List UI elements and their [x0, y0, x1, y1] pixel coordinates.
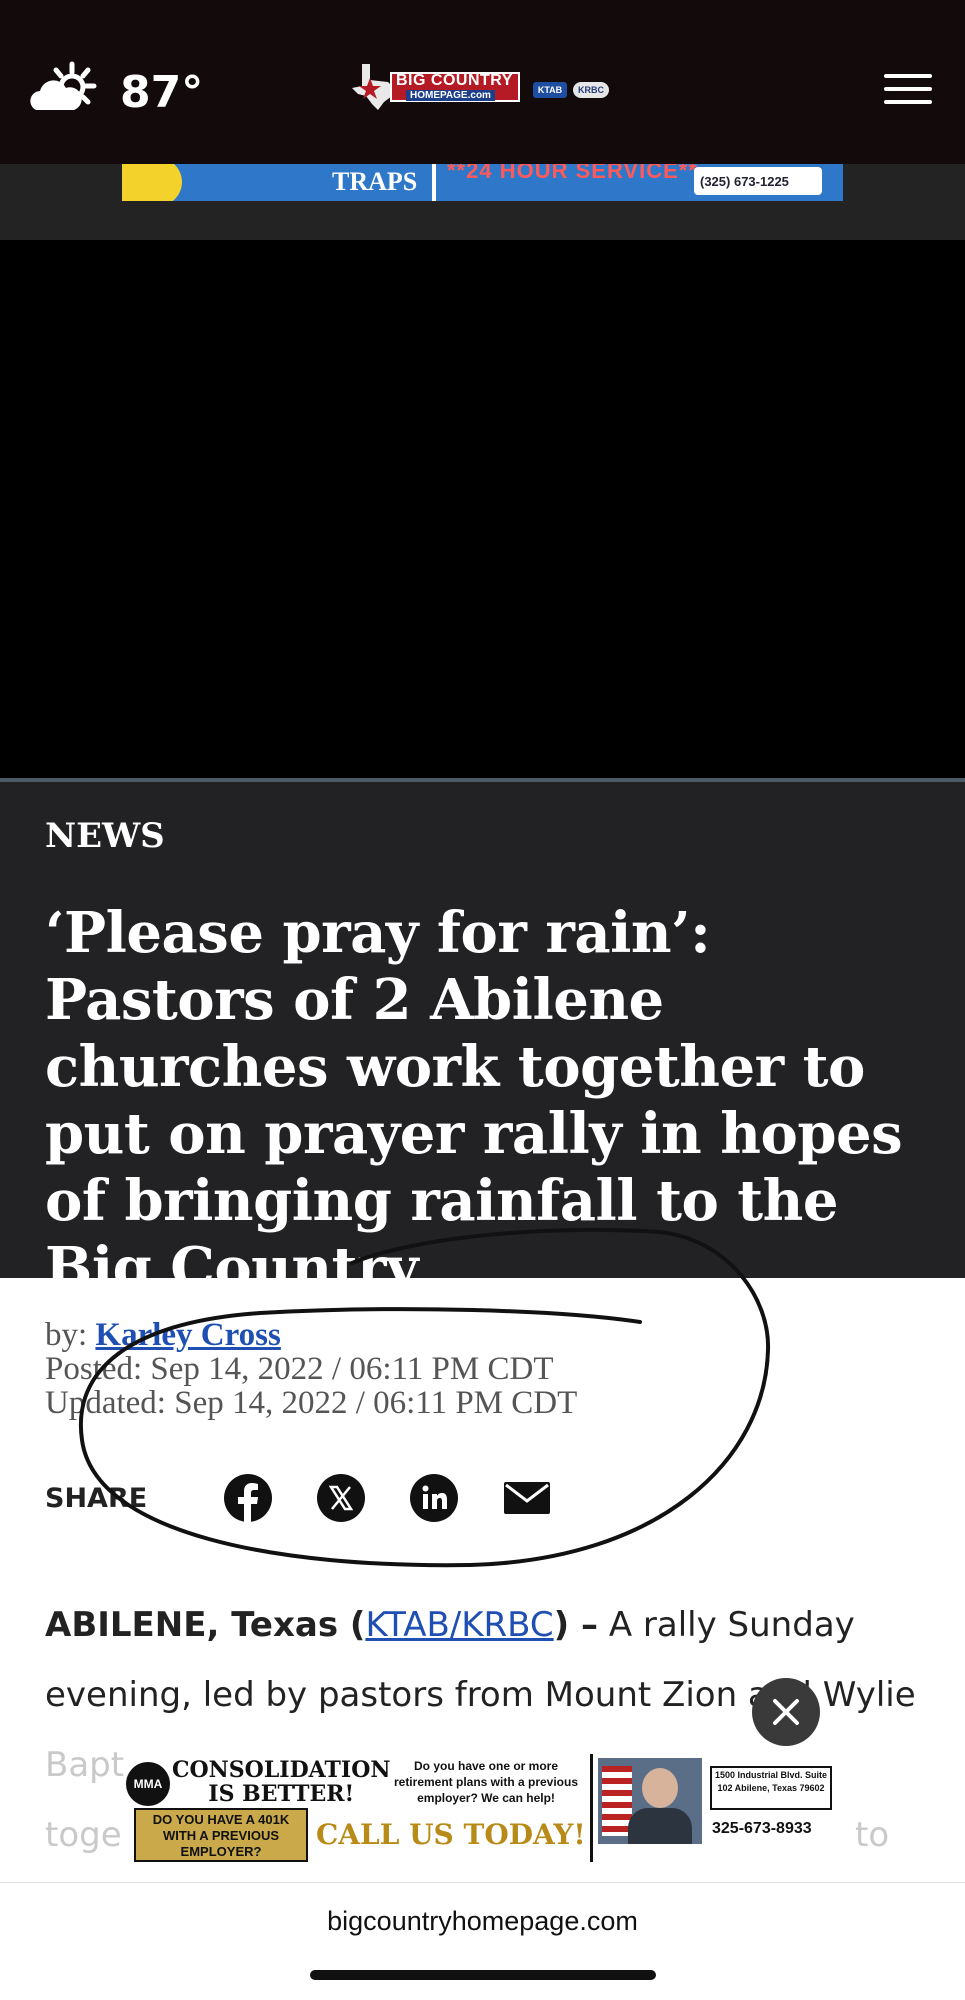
section-label[interactable]: NEWS	[45, 816, 165, 856]
video-player[interactable]	[0, 240, 965, 782]
body-text-4-end: to	[855, 1815, 890, 1855]
body-text-4-start: toge	[45, 1815, 122, 1855]
ad-headline: CONSOLIDATION IS BETTER!	[172, 1758, 390, 1806]
weather-widget[interactable]: 87°	[28, 60, 203, 125]
ad-divider	[432, 164, 436, 201]
site-logo[interactable]: BIG COUNTRY HOMEPAGE.com KTAB KRBC	[348, 62, 613, 114]
url-bar[interactable]: bigcountryhomepage.com	[0, 1906, 965, 1937]
byline: by: Karley Cross Posted: Sep 14, 2022 / …	[45, 1318, 577, 1420]
bottom-banner-ad[interactable]: MMA CONSOLIDATION IS BETTER! Do you have…	[124, 1752, 836, 1864]
logo-sub-text: HOMEPAGE.com	[406, 90, 495, 101]
ad-address: 1500 Industrial Blvd. Suite 102 Abilene,…	[710, 1766, 832, 1810]
by-label: by:	[45, 1317, 96, 1353]
hamburger-menu-icon[interactable]	[884, 74, 932, 106]
email-icon[interactable]	[502, 1473, 552, 1523]
dateline-close: ) –	[553, 1605, 599, 1645]
close-ad-button[interactable]	[752, 1678, 820, 1746]
body-line-1: ABILENE, Texas (KTAB/KRBC) – A rally Sun…	[45, 1590, 925, 1660]
share-label: SHARE	[45, 1482, 148, 1514]
home-indicator[interactable]	[310, 1970, 656, 1980]
partly-sunny-icon	[28, 60, 98, 125]
x-icon[interactable]	[316, 1473, 366, 1523]
ad-mma-logo: MMA	[126, 1762, 170, 1806]
dateline: ABILENE, Texas (	[45, 1605, 366, 1645]
ktab-logo: KTAB	[533, 82, 567, 98]
ad-cta: CALL US TODAY!	[316, 1818, 586, 1851]
article-headline: ‘Please pray for rain’: Pastors of 2 Abi…	[45, 900, 903, 1301]
ad-phone: 325-673-8933	[712, 1820, 812, 1837]
ad-traps-text: TRAPS	[332, 167, 418, 196]
linkedin-icon[interactable]	[409, 1473, 459, 1523]
krbc-logo: KRBC	[573, 82, 609, 98]
ad-yellow-graphic	[122, 164, 182, 201]
ad-service-text: **24 HOUR SERVICE**	[447, 164, 698, 183]
facebook-icon[interactable]	[223, 1473, 273, 1523]
share-bar: SHARE	[45, 1473, 595, 1523]
ad-headline-1: CONSOLIDATION	[172, 1757, 391, 1783]
top-banner-ad[interactable]: TRAPS **24 HOUR SERVICE** (325) 673-1225	[122, 164, 843, 201]
ad-divider	[590, 1754, 593, 1862]
author-link[interactable]: Karley Cross	[95, 1317, 280, 1353]
logo-main-text: BIG COUNTRY	[396, 72, 513, 89]
ad-401k-badge: DO YOU HAVE A 401K WITH A PREVIOUS EMPLO…	[134, 1808, 308, 1862]
station-link[interactable]: KTAB/KRBC	[365, 1605, 553, 1645]
ad-question: Do you have one or more retirement plans…	[393, 1759, 579, 1805]
body-text-1: A rally Sunday	[598, 1605, 855, 1645]
close-icon	[773, 1699, 799, 1725]
site-header: 87° BIG COUNTRY HOMEPAGE.com KTAB KRBC	[0, 0, 965, 164]
ad-advisor-photo	[598, 1758, 702, 1844]
author-line: by: Karley Cross	[45, 1318, 577, 1352]
temperature: 87°	[120, 67, 204, 118]
ad-phone: (325) 673-1225	[694, 167, 822, 195]
browser-bottom-bar	[0, 1882, 965, 2000]
posted-date: Posted: Sep 14, 2022 / 06:11 PM CDT	[45, 1351, 554, 1387]
updated-date: Updated: Sep 14, 2022 / 06:11 PM CDT	[45, 1385, 578, 1421]
ad-headline-2: IS BETTER!	[208, 1781, 355, 1807]
